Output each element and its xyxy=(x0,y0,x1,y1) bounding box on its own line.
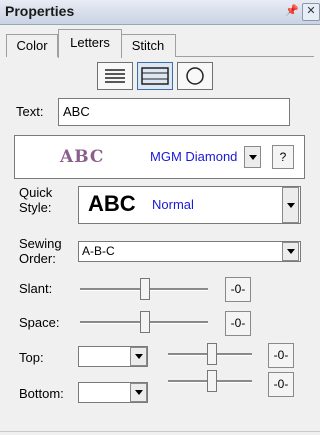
font-dropdown-button[interactable] xyxy=(244,146,261,168)
bottom-label: Bottom: xyxy=(19,386,64,401)
circle-icon xyxy=(186,67,204,85)
space-label: Space: xyxy=(19,315,60,330)
close-icon[interactable]: ✕ xyxy=(302,3,320,21)
pin-icon[interactable]: 📌 xyxy=(285,5,299,17)
font-selector[interactable]: ABC MGM Diamond xyxy=(14,135,305,179)
top-dropdown-button[interactable] xyxy=(130,347,147,366)
bottom-reset-button[interactable]: -0- xyxy=(268,372,294,397)
sewing-order-dropdown-button[interactable] xyxy=(282,242,299,261)
sewing-order-dropdown[interactable]: A-B-C xyxy=(78,241,301,262)
sewing-order-value: A-B-C xyxy=(82,244,115,258)
panel-bottom-border xyxy=(0,431,320,432)
slant-reset-button[interactable]: -0- xyxy=(225,277,251,302)
font-help-button[interactable]: ? xyxy=(272,145,294,169)
tab-color[interactable]: Color xyxy=(6,34,58,57)
space-slider[interactable] xyxy=(140,311,150,333)
top-label: Top: xyxy=(19,350,44,365)
sewing-order-label-line2: Order: xyxy=(19,251,56,266)
quick-style-dropdown-button[interactable] xyxy=(282,187,299,223)
top-dropdown[interactable] xyxy=(78,346,148,367)
tab-stitch[interactable]: Stitch xyxy=(120,34,176,57)
chevron-down-icon xyxy=(248,154,257,160)
slant-slider[interactable] xyxy=(140,278,150,300)
circle-layout-button[interactable] xyxy=(177,62,213,90)
top-reset-button[interactable]: -0- xyxy=(268,343,294,368)
quick-style-sample: ABC xyxy=(88,191,136,216)
slant-label: Slant: xyxy=(19,281,53,296)
tab-letters[interactable]: Letters xyxy=(58,29,122,58)
panel-titlebar: Properties 📌 ✕ xyxy=(0,0,320,25)
quick-style-label-line2: Style: xyxy=(19,200,52,215)
text-label: Text: xyxy=(16,104,44,119)
chevron-down-icon xyxy=(286,249,295,254)
font-preview: ABC xyxy=(60,147,105,167)
chevron-down-icon xyxy=(286,202,295,208)
quick-style-label-line1: Quick xyxy=(19,185,53,200)
space-reset-button[interactable]: -0- xyxy=(225,311,251,336)
bottom-dropdown-button[interactable] xyxy=(130,383,147,402)
chevron-down-icon xyxy=(134,390,143,395)
chevron-down-icon xyxy=(134,354,143,359)
top-slider[interactable] xyxy=(207,343,217,365)
box-icon xyxy=(141,67,169,85)
bottom-slider[interactable] xyxy=(207,370,217,392)
text-input[interactable]: ABC xyxy=(58,98,290,126)
lines-icon xyxy=(105,69,125,83)
bottom-dropdown[interactable] xyxy=(78,382,148,403)
font-name: MGM Diamond xyxy=(150,149,238,164)
quick-style-dropdown[interactable]: ABC Normal xyxy=(78,186,301,224)
line-layout-button[interactable] xyxy=(97,62,133,90)
box-layout-button[interactable] xyxy=(137,62,173,90)
quick-style-value: Normal xyxy=(152,197,194,212)
sewing-order-label-line1: Sewing xyxy=(19,236,62,251)
panel-title: Properties xyxy=(5,3,75,19)
